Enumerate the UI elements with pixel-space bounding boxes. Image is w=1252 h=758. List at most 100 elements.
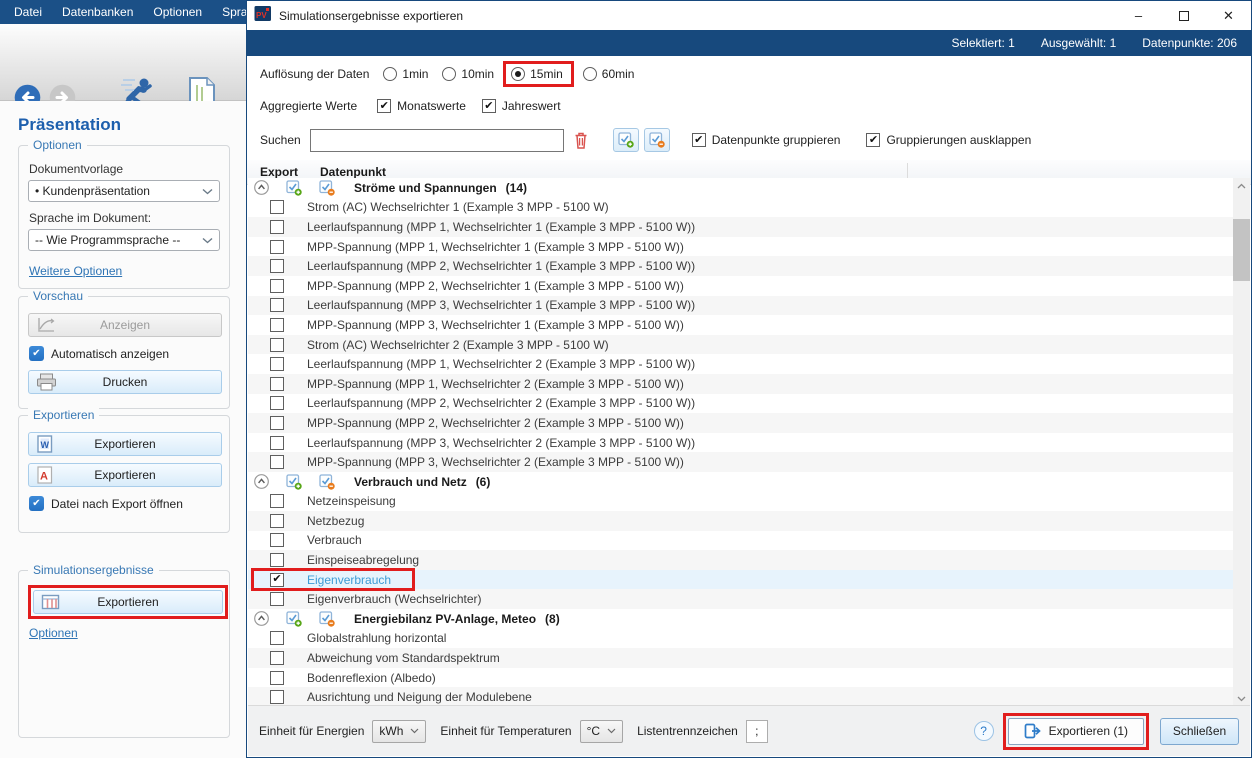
show-preview-button[interactable]: Anzeigen xyxy=(28,313,222,337)
column-export[interactable]: Export xyxy=(260,165,298,179)
open-after-export-checkbox[interactable] xyxy=(29,496,44,511)
table-row[interactable]: Einspeiseabregelung xyxy=(248,550,1234,570)
item-checkbox[interactable] xyxy=(270,318,284,332)
group-uncheck-all-icon[interactable] xyxy=(319,474,335,490)
list-scrollbar[interactable] xyxy=(1233,178,1250,707)
monthly-values-checkbox[interactable]: Monatswerte xyxy=(377,99,466,113)
help-icon[interactable]: ? xyxy=(974,721,994,741)
clear-search-trash-icon[interactable] xyxy=(573,131,589,150)
item-checkbox[interactable] xyxy=(270,377,284,391)
table-row[interactable]: Leerlaufspannung (MPP 3, Wechselrichter … xyxy=(248,433,1234,453)
export-simulation-results-button[interactable]: Exportieren xyxy=(33,590,223,614)
energy-unit-dropdown[interactable]: kWh xyxy=(372,720,426,743)
radio-10min[interactable]: 10min xyxy=(442,67,494,81)
radio-1min[interactable]: 1min xyxy=(383,67,428,81)
table-row[interactable]: Eigenverbrauch xyxy=(248,570,1234,590)
table-row[interactable]: MPP-Spannung (MPP 1, Wechselrichter 1 (E… xyxy=(248,237,1234,257)
table-row[interactable]: Leerlaufspannung (MPP 2, Wechselrichter … xyxy=(248,256,1234,276)
item-checkbox[interactable] xyxy=(270,416,284,430)
radio-icon-selected[interactable] xyxy=(511,67,525,81)
table-row[interactable]: Leerlaufspannung (MPP 1, Wechselrichter … xyxy=(248,217,1234,237)
item-checkbox[interactable] xyxy=(270,259,284,273)
item-checkbox[interactable] xyxy=(270,436,284,450)
column-datapoint[interactable]: Datenpunkt xyxy=(320,165,386,179)
item-checkbox[interactable] xyxy=(270,494,284,508)
item-checkbox[interactable] xyxy=(270,357,284,371)
export-word-button[interactable]: W Exportieren xyxy=(28,432,222,456)
table-row[interactable]: MPP-Spannung (MPP 3, Wechselrichter 2 (E… xyxy=(248,452,1234,472)
checkbox-icon-checked[interactable] xyxy=(692,133,706,147)
table-row[interactable]: Leerlaufspannung (MPP 1, Wechselrichter … xyxy=(248,354,1234,374)
group-uncheck-all-icon[interactable] xyxy=(319,611,335,627)
menu-item-datenbanken[interactable]: Datenbanken xyxy=(52,5,143,19)
dialog-titlebar[interactable]: PV Simulationsergebnisse exportieren – ✕ xyxy=(247,1,1251,30)
group-row[interactable]: Verbrauch und Netz(6) xyxy=(248,472,1234,492)
item-checkbox[interactable] xyxy=(270,279,284,293)
expand-groups-checkbox[interactable]: Gruppierungen ausklappen xyxy=(866,133,1031,147)
item-checkbox[interactable] xyxy=(270,651,284,665)
table-row[interactable]: MPP-Spannung (MPP 2, Wechselrichter 1 (E… xyxy=(248,276,1234,296)
print-button[interactable]: Drucken xyxy=(28,370,222,394)
table-row[interactable]: MPP-Spannung (MPP 1, Wechselrichter 2 (E… xyxy=(248,374,1234,394)
minimize-button[interactable]: – xyxy=(1116,1,1161,30)
list-separator-input[interactable]: ; xyxy=(746,720,768,743)
checkbox-icon-checked[interactable] xyxy=(866,133,880,147)
close-button[interactable]: ✕ xyxy=(1206,1,1251,30)
group-check-all-icon[interactable] xyxy=(286,611,302,627)
checkbox-icon-checked[interactable] xyxy=(482,99,496,113)
table-row[interactable]: Bodenreflexion (Albedo) xyxy=(248,668,1234,688)
checkbox-icon-checked[interactable] xyxy=(377,99,391,113)
collapse-chevron-icon[interactable] xyxy=(254,474,269,489)
group-uncheck-all-icon[interactable] xyxy=(319,180,335,196)
scroll-up-icon[interactable] xyxy=(1233,178,1250,194)
item-checkbox[interactable] xyxy=(270,396,284,410)
collapse-chevron-icon[interactable] xyxy=(254,180,269,195)
maximize-button[interactable] xyxy=(1161,1,1206,30)
table-row[interactable]: MPP-Spannung (MPP 2, Wechselrichter 2 (E… xyxy=(248,413,1234,433)
deselect-all-button[interactable] xyxy=(644,128,670,152)
item-checkbox[interactable] xyxy=(270,220,284,234)
item-checkbox[interactable] xyxy=(270,573,284,587)
group-row[interactable]: Ströme und Spannungen(14) xyxy=(248,178,1234,198)
table-row[interactable]: Netzeinspeisung xyxy=(248,492,1234,512)
item-checkbox[interactable] xyxy=(270,592,284,606)
table-row[interactable]: Abweichung vom Standardspektrum xyxy=(248,648,1234,668)
temperature-unit-dropdown[interactable]: °C xyxy=(580,720,623,743)
export-button[interactable]: Exportieren (1) xyxy=(1008,718,1144,745)
table-row[interactable]: Globalstrahlung horizontal xyxy=(248,629,1234,649)
menu-item-datei[interactable]: Datei xyxy=(4,5,52,19)
close-dialog-button[interactable]: Schließen xyxy=(1160,718,1239,745)
radio-15min[interactable]: 15min xyxy=(511,67,563,81)
scrollbar-thumb[interactable] xyxy=(1233,219,1250,281)
item-checkbox[interactable] xyxy=(270,533,284,547)
item-checkbox[interactable] xyxy=(270,514,284,528)
export-pdf-button[interactable]: A Exportieren xyxy=(28,463,222,487)
table-row[interactable]: MPP-Spannung (MPP 3, Wechselrichter 1 (E… xyxy=(248,315,1234,335)
item-checkbox[interactable] xyxy=(270,553,284,567)
group-datapoints-checkbox[interactable]: Datenpunkte gruppieren xyxy=(692,133,841,147)
radio-icon[interactable] xyxy=(442,67,456,81)
document-language-dropdown[interactable]: -- Wie Programmsprache -- xyxy=(28,229,220,251)
item-checkbox[interactable] xyxy=(270,200,284,214)
more-options-link[interactable]: Weitere Optionen xyxy=(29,264,122,278)
item-checkbox[interactable] xyxy=(270,298,284,312)
search-input[interactable] xyxy=(310,129,564,152)
template-dropdown[interactable]: • Kundenpräsentation xyxy=(28,180,220,202)
item-checkbox[interactable] xyxy=(270,671,284,685)
item-checkbox[interactable] xyxy=(270,455,284,469)
simulation-options-link[interactable]: Optionen xyxy=(29,626,78,640)
table-row[interactable]: Netzbezug xyxy=(248,511,1234,531)
yearly-value-checkbox[interactable]: Jahreswert xyxy=(482,99,561,113)
radio-icon[interactable] xyxy=(383,67,397,81)
group-check-all-icon[interactable] xyxy=(286,180,302,196)
menu-item-optionen[interactable]: Optionen xyxy=(143,5,212,19)
table-row[interactable]: Eigenverbrauch (Wechselrichter) xyxy=(248,589,1234,609)
collapse-chevron-icon[interactable] xyxy=(254,611,269,626)
table-row[interactable]: Strom (AC) Wechselrichter 2 (Example 3 M… xyxy=(248,335,1234,355)
item-checkbox[interactable] xyxy=(270,240,284,254)
table-row[interactable]: Leerlaufspannung (MPP 2, Wechselrichter … xyxy=(248,394,1234,414)
table-row[interactable]: Strom (AC) Wechselrichter 1 (Example 3 M… xyxy=(248,198,1234,218)
select-all-button[interactable] xyxy=(613,128,639,152)
table-row[interactable]: Verbrauch xyxy=(248,531,1234,551)
group-row[interactable]: Energiebilanz PV-Anlage, Meteo(8) xyxy=(248,609,1234,629)
